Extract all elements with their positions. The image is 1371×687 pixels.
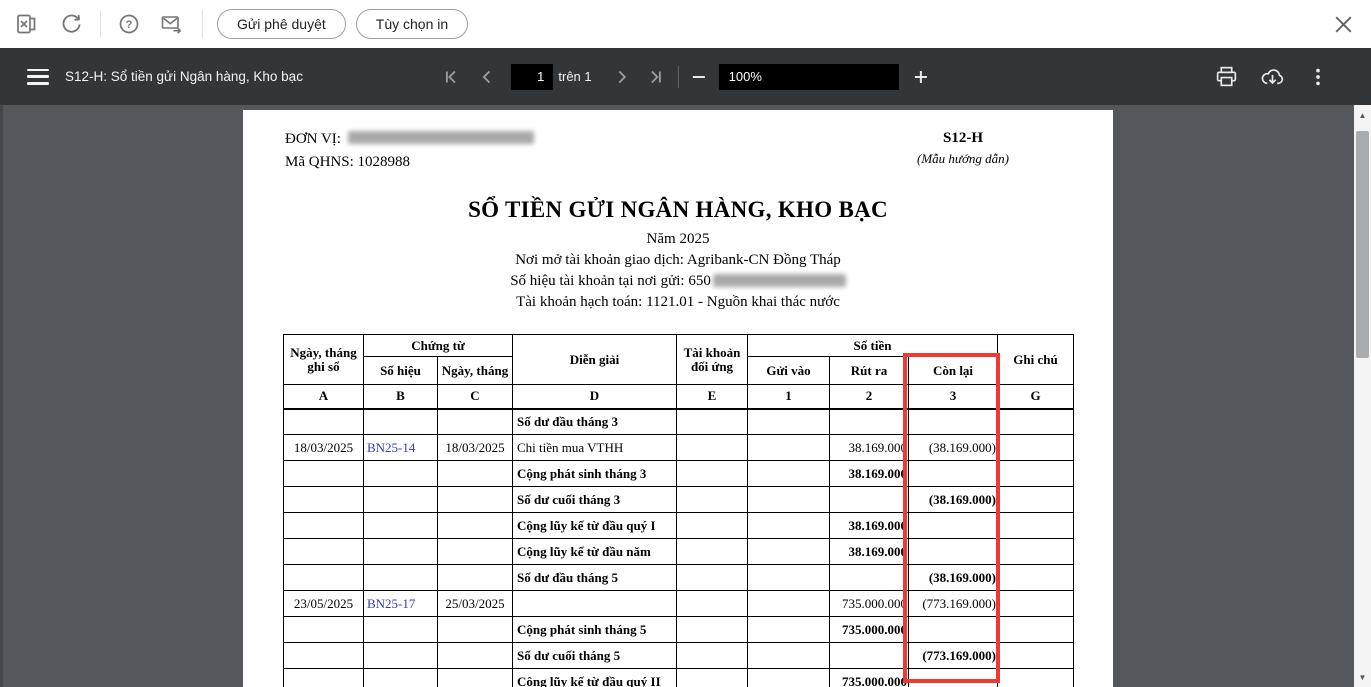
pdf-viewer-area: ĐƠN VỊ: Mã QHNS: 1028988 S12-H (Mẫu hướn… xyxy=(0,105,1371,687)
page-number-input[interactable] xyxy=(510,64,552,90)
letter-cell: G xyxy=(998,385,1074,409)
redacted-account-number xyxy=(713,274,846,287)
header-withdraw: Rút ra xyxy=(830,357,909,385)
page-navigation: trên 1 100% xyxy=(442,48,928,105)
prev-page-icon[interactable] xyxy=(478,69,494,85)
qhns-line: Mã QHNS: 1028988 xyxy=(285,151,534,174)
help-icon[interactable]: ? xyxy=(116,11,142,37)
page-count-label: trên 1 xyxy=(558,69,591,84)
document-page: ĐƠN VỊ: Mã QHNS: 1028988 S12-H (Mẫu hướn… xyxy=(243,110,1113,687)
scrollbar-thumb[interactable] xyxy=(1356,131,1369,358)
header-deposit: Gửi vào xyxy=(748,357,830,385)
scroll-down-icon[interactable]: ▼ xyxy=(1354,669,1371,685)
app-toolbar: ? Gửi phê duyệt Tùy chọn in xyxy=(0,0,1371,48)
print-options-button[interactable]: Tùy chọn in xyxy=(356,9,468,39)
zoom-level[interactable]: 100% xyxy=(719,64,899,90)
letter-cell: 2 xyxy=(830,385,909,409)
header-counter-account: Tài khoản đối ứng xyxy=(677,335,748,385)
table-row: 23/05/2025BN25-1725/03/2025735.000.000(7… xyxy=(284,591,1074,617)
ledger-body: Số dư đầu tháng 318/03/2025BN25-1418/03/… xyxy=(284,409,1074,687)
vertical-scrollbar[interactable]: ▲ ▼ xyxy=(1354,105,1371,687)
send-approval-button[interactable]: Gửi phê duyệt xyxy=(217,9,346,39)
table-row: Số dư cuối tháng 5(773.169.000) xyxy=(284,643,1074,669)
ledger-account-line: Tài khoản hạch toán: 1121.01 - Nguồn kha… xyxy=(243,294,1113,311)
redacted-unit-name xyxy=(348,131,534,144)
toolbar-divider xyxy=(202,10,203,38)
table-row: Cộng lũy kế từ đầu quý I38.169.000 xyxy=(284,513,1074,539)
header-date-recorded: Ngày, tháng ghi sổ xyxy=(284,335,364,385)
header-voucher-date: Ngày, tháng xyxy=(438,357,513,385)
form-code-block: S12-H (Mẫu hướng dẫn) xyxy=(883,130,1043,167)
header-voucher-group: Chứng từ xyxy=(364,335,513,357)
letter-cell: B xyxy=(364,385,438,409)
refresh-icon[interactable] xyxy=(58,11,84,37)
header-balance: Còn lại xyxy=(909,357,998,385)
unit-block: ĐƠN VỊ: Mã QHNS: 1028988 xyxy=(285,128,534,174)
table-row: Cộng lũy kế từ đầu năm38.169.000 xyxy=(284,539,1074,565)
viewer-actions xyxy=(1213,48,1331,105)
letter-cell: E xyxy=(677,385,748,409)
hamburger-menu-icon[interactable] xyxy=(27,69,49,85)
table-row: Cộng phát sinh tháng 338.169.000 xyxy=(284,461,1074,487)
year-line: Năm 2025 xyxy=(243,231,1113,248)
letter-cell: C xyxy=(438,385,513,409)
table-row: Cộng lũy kế từ đầu quý II735.000.000 xyxy=(284,669,1074,687)
first-page-icon[interactable] xyxy=(442,69,458,85)
last-page-icon[interactable] xyxy=(648,69,664,85)
letter-cell: 3 xyxy=(909,385,998,409)
ledger-table: Ngày, tháng ghi sổ Chứng từ Diễn giải Tà… xyxy=(283,334,1074,687)
unit-label: ĐƠN VỊ: xyxy=(285,131,341,147)
document-title: SỔ TIỀN GỬI NGÂN HÀNG, KHO BẠC xyxy=(243,197,1113,223)
zoom-out-icon[interactable] xyxy=(691,69,707,85)
letter-cell: A xyxy=(284,385,364,409)
scroll-up-icon[interactable]: ▲ xyxy=(1354,107,1371,123)
header-description: Diễn giải xyxy=(513,335,677,385)
toolbar-divider xyxy=(678,66,679,88)
header-voucher-number: Số hiệu xyxy=(364,357,438,385)
account-line: Số hiệu tài khoản tại nơi gửi: 650 xyxy=(243,273,1113,290)
table-row: 18/03/2025BN25-1418/03/2025Chi tiền mua … xyxy=(284,435,1074,461)
form-code: S12-H xyxy=(883,130,1043,147)
pdf-viewer-toolbar: S12-H: Sổ tiền gửi Ngân hàng, Kho bạc tr… xyxy=(0,48,1371,105)
next-page-icon[interactable] xyxy=(614,69,630,85)
bank-line: Nơi mở tài khoản giao dịch: Agribank-CN … xyxy=(243,252,1113,269)
table-row: Số dư cuối tháng 3(38.169.000) xyxy=(284,487,1074,513)
close-icon[interactable] xyxy=(1329,10,1357,38)
form-note: (Mẫu hướng dẫn) xyxy=(883,151,1043,167)
voucher-document-link[interactable]: BN25-14 xyxy=(367,440,415,455)
header-amount-group: Số tiền xyxy=(748,335,998,357)
voucher-document-link[interactable]: BN25-17 xyxy=(367,596,415,611)
table-row: Cộng phát sinh tháng 5735.000.000 xyxy=(284,617,1074,643)
zoom-in-icon[interactable] xyxy=(913,69,929,85)
svg-text:?: ? xyxy=(126,19,133,31)
excel-export-icon[interactable] xyxy=(14,11,40,37)
table-row: Số dư đầu tháng 5(38.169.000) xyxy=(284,565,1074,591)
send-email-icon[interactable] xyxy=(159,11,185,37)
kebab-menu-icon[interactable] xyxy=(1305,64,1331,90)
toolbar-divider xyxy=(100,10,101,38)
header-note: Ghi chú xyxy=(998,335,1074,385)
letter-cell: 1 xyxy=(748,385,830,409)
letter-cell: D xyxy=(513,385,677,409)
report-title: S12-H: Sổ tiền gửi Ngân hàng, Kho bạc xyxy=(65,69,303,84)
table-row: Số dư đầu tháng 3 xyxy=(284,409,1074,435)
print-icon[interactable] xyxy=(1213,64,1239,90)
download-icon[interactable] xyxy=(1259,64,1285,90)
